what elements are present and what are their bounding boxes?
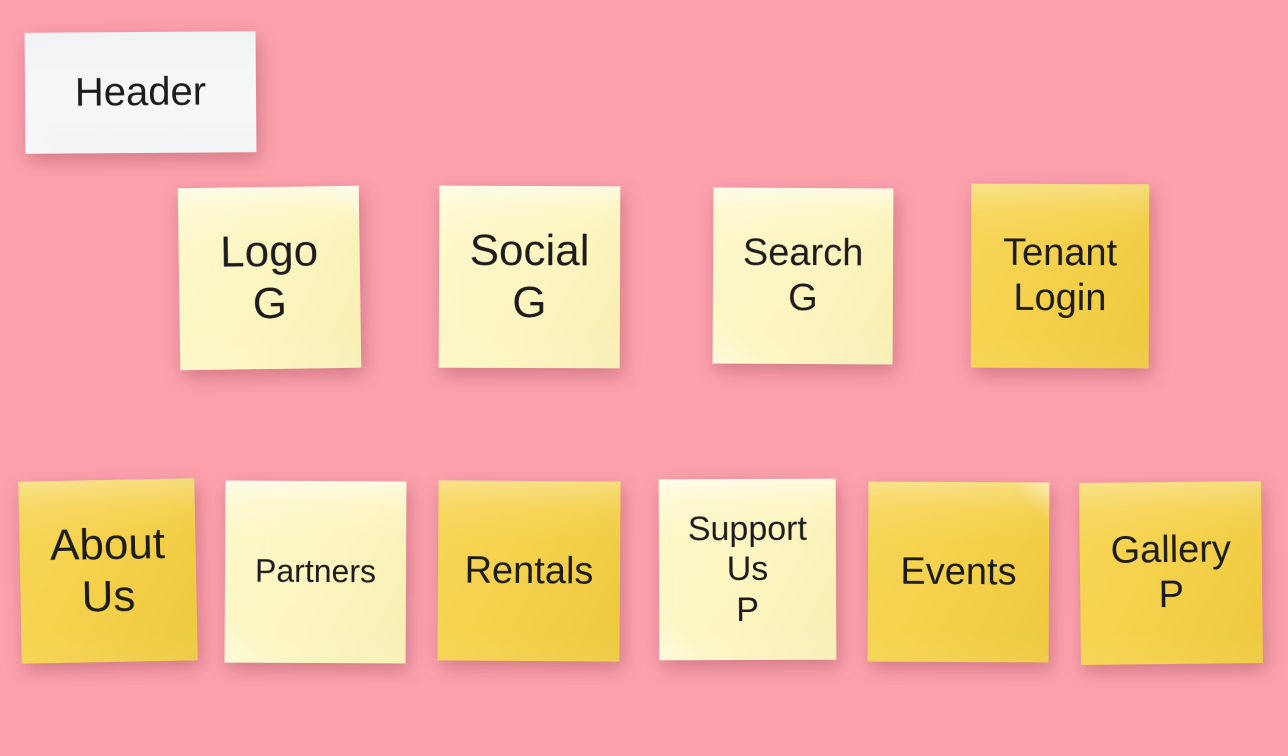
sticky-note-label: Search G <box>742 231 864 320</box>
sticky-note-logo[interactable]: Logo G <box>177 185 362 371</box>
sticky-note-search[interactable]: Search G <box>712 187 894 365</box>
sticky-note-tenant-login[interactable]: Tenant Login <box>970 183 1150 369</box>
note-sheen-highlight <box>224 616 271 663</box>
sticky-note-support-us[interactable]: Support Us P <box>658 478 837 661</box>
sticky-note-label: Partners <box>254 552 377 590</box>
sticky-note-social[interactable]: Social G <box>438 185 621 369</box>
sticky-note-label: Events <box>900 550 1017 593</box>
sticky-note-events[interactable]: Events <box>867 481 1050 663</box>
sticky-note-header[interactable]: Header <box>24 31 257 154</box>
sticky-note-label: Header <box>74 69 207 115</box>
sticky-note-label: About Us <box>49 518 166 622</box>
note-sheen-highlight <box>712 317 759 364</box>
sticky-note-label: Rentals <box>464 549 594 593</box>
sticky-note-gallery[interactable]: Gallery P <box>1079 481 1263 665</box>
sticky-note-partners[interactable]: Partners <box>224 480 407 664</box>
sticky-note-board: Header Logo G Social G Search G Tenant Login… <box>0 0 1288 756</box>
note-folded-corner-icon <box>1015 482 1050 517</box>
sticky-note-rentals[interactable]: Rentals <box>437 480 621 662</box>
sticky-note-label: Logo G <box>219 226 319 329</box>
sticky-note-label: Tenant Login <box>1002 231 1118 320</box>
sticky-note-label: Gallery P <box>1110 528 1232 617</box>
sticky-note-label: Social G <box>469 225 590 328</box>
sticky-note-about-us[interactable]: About Us <box>18 478 198 664</box>
note-folded-corner-icon <box>324 185 360 221</box>
sticky-note-label: Support Us P <box>687 510 807 629</box>
